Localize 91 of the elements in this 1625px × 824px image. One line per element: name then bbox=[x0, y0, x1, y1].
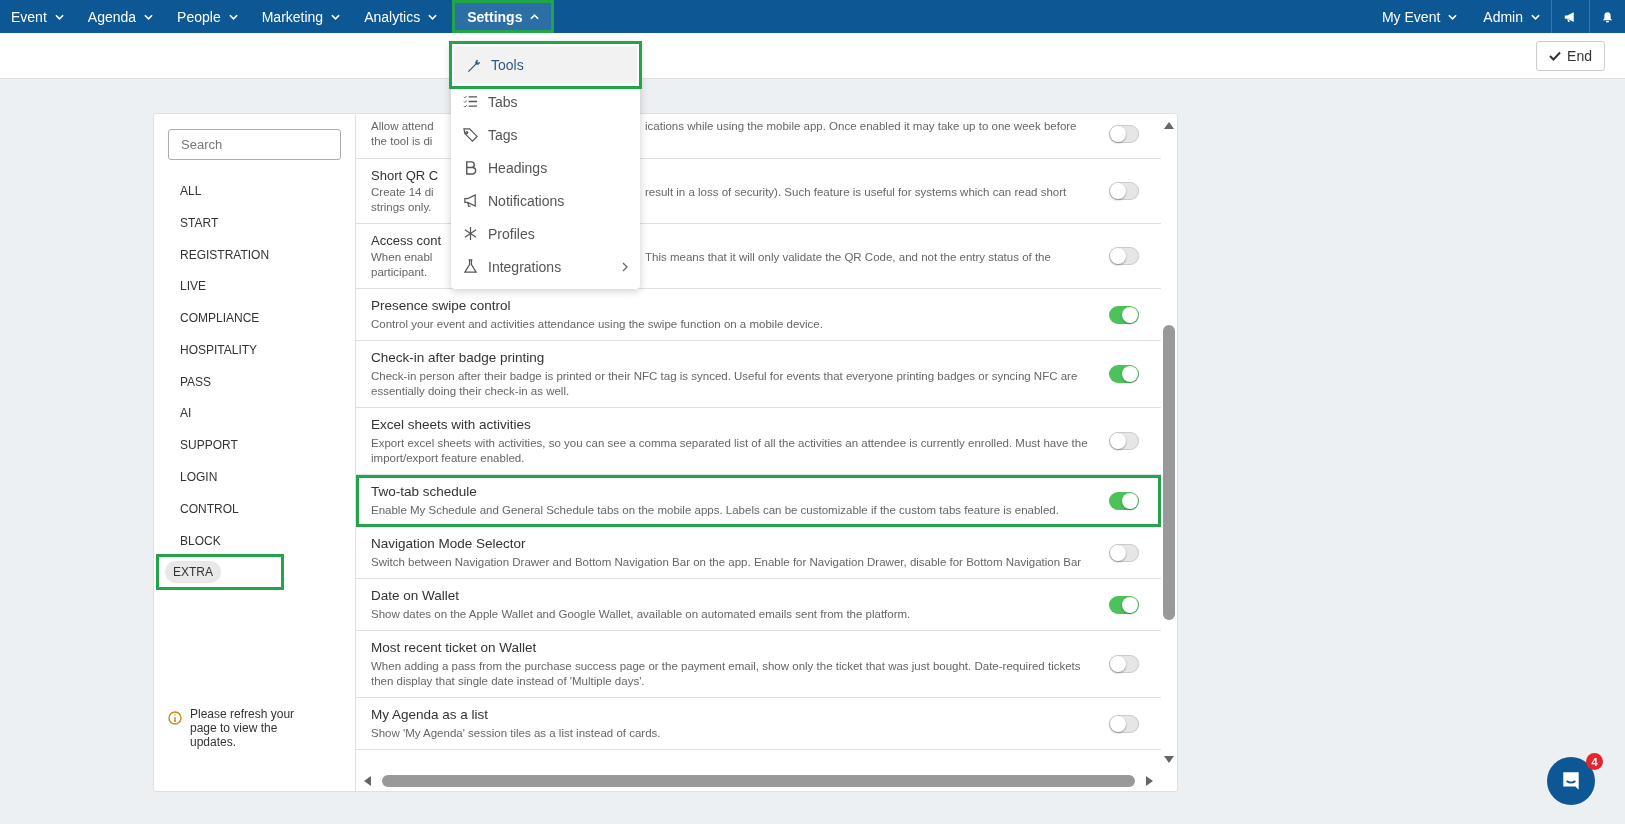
category-item[interactable]: EXTRA bbox=[156, 554, 284, 591]
tool-title: My Agenda as a list bbox=[371, 706, 490, 724]
nav-menu-item[interactable]: Event bbox=[2, 3, 73, 30]
tool-title: Access cont bbox=[371, 232, 443, 250]
tool-description: participant. bbox=[371, 265, 429, 280]
notification-badge: 4 bbox=[1586, 753, 1603, 770]
category-item[interactable]: SUPPORT bbox=[165, 429, 253, 462]
tool-description: This means that it will only validate the QR Code, and not the entry status of the bbox=[645, 250, 1051, 265]
refresh-notice: Please refresh your page to view the updates. bbox=[190, 707, 296, 749]
menu-item-icon bbox=[463, 226, 478, 241]
nav-menu-item[interactable]: Settings bbox=[452, 0, 555, 33]
tool-description: When enabl bbox=[371, 250, 434, 265]
tool-description: Control your event and activities attendance using the swipe function on a mobile device. bbox=[371, 317, 824, 332]
scroll-up-icon[interactable] bbox=[1163, 120, 1175, 130]
toggle-switch[interactable] bbox=[1109, 182, 1139, 200]
category-item[interactable]: LIVE bbox=[165, 270, 221, 303]
tool-description: Allow attend bbox=[371, 118, 435, 134]
tool-description: When adding a pass from the purchase success page or the payment email, show only the ticket that was just bought. Date-required tickets then display that single date instead of 'Multiple days'. bbox=[371, 659, 1082, 689]
toggle-switch[interactable] bbox=[1109, 491, 1139, 510]
caret-icon bbox=[1531, 13, 1540, 20]
category-item[interactable]: HOSPITALITY bbox=[165, 333, 273, 366]
menu-item[interactable]: Headings bbox=[451, 151, 640, 184]
category-item[interactable]: START bbox=[165, 206, 234, 239]
category-item[interactable]: BLOCK bbox=[165, 524, 236, 557]
scroll-right-icon[interactable] bbox=[1145, 775, 1155, 787]
search-field[interactable]: Search bbox=[168, 129, 341, 160]
category-item[interactable]: PASS bbox=[165, 365, 227, 398]
toggle-switch[interactable] bbox=[1109, 124, 1139, 143]
nav-menu-item[interactable]: Analytics bbox=[355, 3, 447, 30]
end-button[interactable]: End bbox=[1536, 40, 1605, 71]
tool-description: result in a loss of security). Such feature is useful for systems which can read short bbox=[645, 185, 1067, 200]
category-item[interactable]: CONTROL bbox=[165, 492, 254, 525]
checkmark-icon bbox=[1549, 50, 1562, 61]
chat-icon bbox=[1560, 770, 1582, 792]
caret-icon bbox=[530, 13, 540, 20]
menu-item[interactable]: Tabs bbox=[451, 85, 640, 118]
tool-title: Excel sheets with activities bbox=[371, 416, 532, 434]
caret-icon bbox=[1448, 13, 1458, 20]
info-icon bbox=[168, 711, 182, 725]
tool-description: Check-in person after their badge is printed or their NFC tag is synced. Useful for events that everyone printing badges or syncing NFC are essentially doing their check-in as well. bbox=[371, 369, 1079, 399]
menu-item-icon bbox=[463, 193, 478, 208]
scroll-left-icon[interactable] bbox=[362, 775, 372, 787]
nav-menu-item[interactable]: Admin bbox=[1474, 3, 1549, 30]
tool-description: the tool is di bbox=[371, 133, 434, 149]
nav-menu-item[interactable]: Agenda bbox=[78, 3, 163, 30]
menu-item-icon bbox=[463, 127, 478, 142]
caret-icon bbox=[144, 13, 154, 20]
toggle-switch[interactable] bbox=[1109, 432, 1139, 450]
tool-description: strings only. bbox=[371, 200, 433, 215]
tool-title: Date on Wallet bbox=[371, 587, 461, 605]
tool-description: Switch between Navigation Drawer and Bottom Navigation Bar on the app. Enable for Navigation Drawer, disable for Bottom Navigation Bar bbox=[371, 555, 1083, 570]
menu-item-icon bbox=[463, 160, 478, 175]
tool-title: Presence swipe control bbox=[371, 297, 512, 315]
menu-item[interactable]: Profiles bbox=[451, 217, 640, 250]
nav-menu-item[interactable]: My Event bbox=[1372, 3, 1467, 30]
caret-icon bbox=[331, 13, 341, 20]
menu-item-icon bbox=[463, 259, 478, 274]
toggle-switch[interactable] bbox=[1109, 655, 1139, 673]
menu-item[interactable]: Integrations bbox=[451, 250, 640, 283]
caret-icon bbox=[428, 13, 438, 20]
scroll-down-icon[interactable] bbox=[1163, 755, 1175, 765]
toggle-switch[interactable] bbox=[1109, 543, 1139, 562]
tool-description: ications while using the mobile app. Once enabled it may take up to one week before bbox=[645, 118, 1077, 134]
category-item[interactable]: LOGIN bbox=[165, 461, 233, 494]
toggle-switch[interactable] bbox=[1109, 247, 1139, 265]
tool-description: Enable My Schedule and General Schedule tabs on the mobile apps. Labels can be customizable if the custom tabs feature is enabled. bbox=[371, 503, 1060, 518]
toggle-switch[interactable] bbox=[1109, 305, 1139, 324]
tool-description: Create 14 di bbox=[371, 185, 435, 200]
category-item[interactable]: REGISTRATION bbox=[165, 238, 285, 271]
tool-title: Two-tab schedule bbox=[371, 483, 478, 501]
nav-menu-item[interactable]: People bbox=[168, 3, 247, 30]
tool-title: Check-in after badge printing bbox=[371, 349, 546, 367]
menu-item-icon bbox=[466, 57, 481, 73]
tool-title: Short QR C bbox=[371, 167, 440, 185]
toggle-switch[interactable] bbox=[1109, 365, 1139, 383]
category-item[interactable]: AI bbox=[165, 397, 207, 430]
caret-icon bbox=[54, 13, 64, 20]
category-item[interactable]: ALL bbox=[165, 174, 217, 207]
tool-description: Show 'My Agenda' session tiles as a list instead of cards. bbox=[371, 726, 662, 741]
toggle-switch[interactable] bbox=[1109, 714, 1139, 733]
menu-item-icon bbox=[463, 94, 478, 109]
toggle-switch[interactable] bbox=[1109, 595, 1139, 614]
caret-icon bbox=[228, 13, 238, 20]
nav-menu-item[interactable]: Marketing bbox=[252, 3, 350, 30]
category-item[interactable]: COMPLIANCE bbox=[165, 302, 275, 335]
tool-title: Most recent ticket on Wallet bbox=[371, 639, 538, 657]
tool-description: Export excel sheets with activities, so you can see a comma separated list of all the activities an attendee is currently enrolled. Must have the import/export feature enabled. bbox=[371, 436, 1089, 466]
menu-item[interactable]: Tags bbox=[451, 118, 640, 151]
tool-description: Show dates on the Apple Wallet and Google Wallet, available on automated emails sent from the platform. bbox=[371, 607, 912, 622]
tool-title: Navigation Mode Selector bbox=[371, 535, 527, 553]
menu-item[interactable]: Notifications bbox=[451, 184, 640, 217]
